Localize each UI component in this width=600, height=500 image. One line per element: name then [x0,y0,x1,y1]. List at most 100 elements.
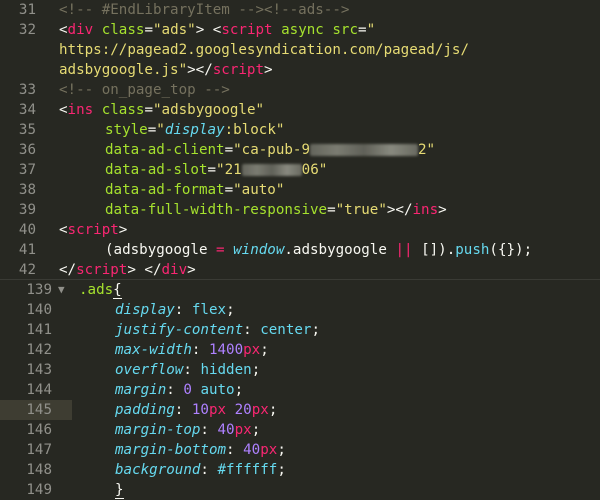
code-line-active[interactable]: 145 padding: 10px 20px; [0,400,600,420]
attr-token: style [105,122,148,138]
number-token: 40 [243,442,261,458]
code-line-wrap[interactable]: https://pagead2.googlesyndication.com/pa… [0,40,600,60]
string-token: "true" [335,202,387,218]
css-value-token: hidden [200,362,252,378]
attr-token: class [101,22,145,38]
code-line[interactable]: 148 background: #ffffff; [0,460,600,480]
punct-token: ></ [187,62,213,78]
code-line[interactable]: 31 <!-- #EndLibraryItem --><!--ads--> [0,0,600,20]
line-number: 42 [18,262,36,278]
editor-pane-bottom[interactable]: 139 ▼ .ads{ 140 display: flex; 141 justi… [0,280,600,500]
punct-token: = [224,142,234,158]
code-line[interactable]: 143 overflow: hidden; [0,360,600,380]
code-line[interactable]: 140 display: flex; [0,300,600,320]
code-line[interactable]: 34 <ins class="adsbygoogle" [0,100,600,120]
css-prop-token: display [164,122,225,138]
punct-token: : [200,422,218,438]
code-line[interactable]: 139 ▼ .ads{ [0,280,600,300]
line-number: 40 [18,222,36,238]
code-line[interactable]: 149 } [0,480,600,500]
code-text: <!-- on_page_top --> [59,80,230,100]
punct-token: = [144,22,153,38]
punct-token: > [187,262,196,278]
punct-token: = [358,22,367,38]
line-number: 35 [18,122,36,138]
number-token: 1400 [208,342,244,358]
string-token: "auto" [233,182,285,198]
tag-token: ins [412,202,439,218]
code-text: display: flex; [115,300,235,320]
number-token: 40 [217,422,235,438]
comment-token: <!-- #EndLibraryItem --><!--ads--> [59,2,350,18]
code-text: style="display:block" [105,120,284,140]
punct-token: : [183,362,201,378]
code-text: https://pagead2.googlesyndication.com/pa… [59,40,469,60]
code-line[interactable]: 35 style="display:block" [0,120,600,140]
code-line[interactable]: 144 margin: 0 auto; [0,380,600,400]
code-line[interactable]: 37 data-ad-slot="21 06" [0,160,600,180]
code-editor[interactable]: 31 <!-- #EndLibraryItem --><!--ads--> 32… [0,0,600,500]
css-prop-token: display [115,302,175,318]
code-text: data-full-width-responsive="true"></ins> [105,200,447,220]
line-number: 146 [26,422,52,438]
code-line[interactable]: 147 margin-bottom: 40px; [0,440,600,460]
code-text: </script> </div> [59,260,196,280]
punct-token: ; [251,422,261,438]
tag-token: div [161,262,188,278]
line-number: 139 [26,282,52,298]
code-line[interactable]: 33 <!-- on_page_top --> [0,80,600,100]
code-text: data-ad-format="auto" [105,180,284,200]
line-number: 143 [26,362,52,378]
line-number: 32 [18,22,36,38]
string-token: " [366,22,376,38]
unit-token: px [260,442,278,458]
code-line[interactable]: 38 data-ad-format="auto" [0,180,600,200]
editor-pane-top[interactable]: 31 <!-- #EndLibraryItem --><!--ads--> 32… [0,0,600,280]
code-line[interactable]: 39 data-full-width-responsive="true"></i… [0,200,600,220]
code-line[interactable]: 41 (adsbygoogle = window.adsbygoogle || … [0,240,600,260]
attr-token: data-ad-slot [105,162,208,178]
string-token: " [156,122,165,138]
punct-token: < [59,22,68,38]
code-text: data-ad-client="ca-pub-9 2" [105,140,435,160]
code-line[interactable]: 42 </script> </div> [0,260,600,280]
punct-token: < [59,222,68,238]
code-text: <script> [59,220,127,240]
punct-token: > < [195,22,222,38]
attr-token: async [281,22,324,38]
string-token: "ads" [152,22,196,38]
code-line[interactable]: 36 data-ad-client="ca-pub-9 2" [0,140,600,160]
code-line[interactable]: 40 <script> [0,220,600,240]
code-line-wrap[interactable]: adsbygoogle.js"></script> [0,60,600,80]
tag-token: ins [67,102,94,118]
code-line[interactable]: 146 margin-top: 40px; [0,420,600,440]
unit-token: px [208,402,227,418]
line-number: 31 [18,2,36,18]
punct-token: : [226,442,244,458]
selector-token: .ads [79,282,114,298]
code-line[interactable]: 142 max-width: 1400px; [0,340,600,360]
css-prop-token: overflow [115,362,184,378]
attr-token: data-full-width-responsive [105,202,328,218]
fold-arrow-icon[interactable]: ▼ [58,280,65,300]
code-line[interactable]: 32 <div class="ads"> <script async src=" [0,20,600,40]
css-prop-token: justify-content [115,322,244,338]
string-token: https://pagead2.googlesyndication.com/pa… [59,42,469,58]
code-line[interactable]: 141 justify-content: center; [0,320,600,340]
code-text: data-ad-slot="21 06" [105,160,327,180]
punct-token: : [191,342,209,358]
punct-token: </ [59,262,77,278]
code-text: <div class="ads"> <script async src=" [59,20,375,40]
code-text: background: #ffffff; [115,460,286,480]
comment-token: <!-- on_page_top --> [59,82,230,98]
tag-token: script [212,62,264,78]
css-prop-token: padding [115,402,175,418]
code-text: <!-- #EndLibraryItem --><!--ads--> [59,0,349,20]
operator-token: || [395,242,413,258]
line-number: 148 [26,462,52,478]
punct-token: > [438,202,447,218]
string-token: "adsbygoogle" [152,102,265,118]
redacted-blur [241,164,302,176]
